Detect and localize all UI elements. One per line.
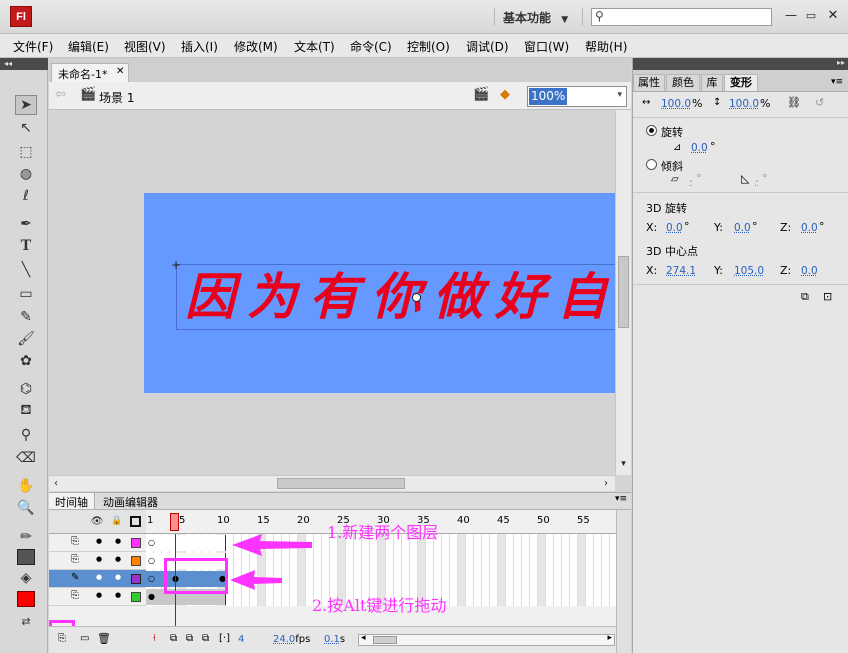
expand-panel-icon[interactable]: ▸▸ [837,58,845,67]
percent-label: % [760,97,771,110]
remove-transform-icon[interactable]: ⊡ [823,290,832,303]
properties-panel: ▸▸ 属性 颜色 库 变形 ▾≡ ↔ 100.0 % ↕ 100.0 % ⛓ ↺… [632,58,848,653]
annotation-arrow-1 [232,534,312,556]
rotate-label: 旋转 [661,126,683,139]
skew-vertical-icon: ◺ [741,172,750,185]
scale-height-icon: ↕ [713,97,722,108]
scale-height-value[interactable]: 100.0 [729,98,759,110]
scale-width-value[interactable]: 100.0 [661,98,691,110]
skew-horizontal-icon: ⏥ [671,174,679,185]
percent-label: % [692,97,703,110]
3d-rotation-y[interactable]: 0.0 [734,222,751,234]
y-label: Y: [714,264,723,277]
scale-width-icon: ↔ [642,97,651,108]
3d-center-y[interactable]: 105.0 [734,265,764,277]
degree-label: ° [752,220,758,233]
3d-center-x[interactable]: 274.1 [666,265,696,277]
reset-icon[interactable]: ↺ [815,96,824,109]
degree-label: ° [696,172,702,185]
3d-center-z[interactable]: 0.0 [801,265,818,277]
tab-color[interactable]: 颜色 [666,74,700,91]
skew-vertical-value[interactable]: - [755,175,759,187]
3d-rotation-z[interactable]: 0.0 [801,222,818,234]
panel-menu-icon[interactable]: ▾≡ [831,77,843,87]
3d-rotation-x[interactable]: 0.0 [666,222,683,234]
rotate-value[interactable]: 0.0 [691,142,708,154]
3d-rotation-title: 3D 旋转 [646,202,687,215]
annotation-text-1: 1.新建两个图层 [327,523,439,542]
z-label: Z: [780,221,792,234]
x-label: X: [646,264,658,277]
tab-library[interactable]: 库 [701,74,723,91]
degree-label: ° [684,220,690,233]
annotation-arrow-2 [230,570,282,590]
skew-horizontal-value[interactable]: - [689,175,693,187]
skew-label: 倾斜 [661,160,683,173]
skew-radio[interactable] [646,159,657,170]
x-label: X: [646,221,658,234]
rotate-radio[interactable] [646,125,657,136]
angle-icon: ⊿ [673,142,682,153]
y-label: Y: [714,221,723,234]
degree-label: ° [762,172,768,185]
3d-center-title: 3D 中心点 [646,245,698,258]
tab-transform[interactable]: 变形 [724,74,758,91]
constrain-icon[interactable]: ⛓ [787,96,801,109]
annotation-text-2: 2.按Alt键进行拖动 [312,596,447,615]
duplicate-transform-icon[interactable]: ⧉ [801,290,809,304]
degree-label: ° [819,220,825,233]
tab-properties[interactable]: 属性 [633,74,665,91]
degree-label: ° [710,140,716,153]
z-label: Z: [780,264,792,277]
